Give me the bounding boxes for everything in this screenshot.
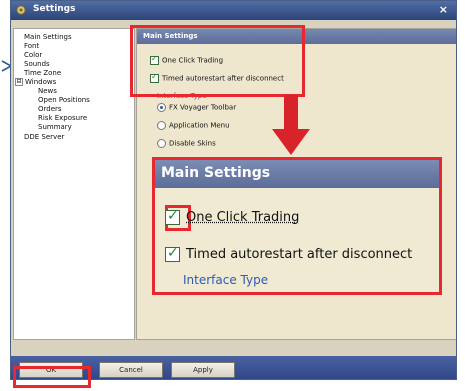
tree-item-time-zone[interactable]: Time Zone	[24, 69, 61, 78]
tree-item-label: Summary	[38, 123, 72, 131]
red-arrow-icon	[272, 95, 310, 155]
zoom-panel-header: Main Settings	[155, 160, 439, 188]
collapse-icon[interactable]: ⊟	[15, 78, 23, 86]
tree-item-color[interactable]: Color	[24, 51, 42, 60]
radio-icon[interactable]	[157, 121, 166, 130]
radio-icon[interactable]	[157, 139, 166, 148]
zoom-timed-autorestart-checkbox[interactable]: Timed autorestart after disconnect	[165, 245, 413, 262]
tree-item-sounds[interactable]: Sounds	[24, 60, 50, 69]
zoom-interface-type-label: Interface Type	[183, 273, 269, 287]
tree-item-label: DDE Server	[24, 133, 65, 141]
highlight-ok-button-box	[13, 366, 91, 388]
tree-item-label: Windows	[25, 78, 57, 86]
tree-item-open-positions[interactable]: Open Positions	[38, 96, 90, 105]
title-bar: Settings ×	[11, 1, 456, 20]
zoom-panel-title: Main Settings	[161, 165, 271, 181]
radio-label: Application Menu	[169, 121, 230, 130]
tree-item-label: News	[38, 87, 57, 95]
tree-item-orders[interactable]: Orders	[38, 105, 62, 114]
window-title: Settings	[33, 4, 76, 14]
tree-item-font[interactable]: Font	[24, 42, 39, 51]
tree-item-windows[interactable]: ⊟ Windows	[15, 78, 56, 87]
tree-item-label: Color	[24, 51, 43, 59]
tree-item-label: Sounds	[24, 60, 50, 68]
checkbox-checked-icon[interactable]	[165, 208, 180, 225]
settings-gear-icon	[16, 5, 26, 15]
tree-item-news[interactable]: News	[38, 87, 57, 96]
checkbox-label: One Click Trading	[186, 210, 300, 225]
tree-item-label: Main Settings	[24, 33, 72, 41]
tree-item-label: Risk Exposure	[38, 114, 88, 122]
fx-voyager-toolbar-radio[interactable]: FX Voyager Toolbar	[157, 103, 236, 112]
radio-label: Disable Skins	[169, 139, 216, 148]
checkbox-checked-icon[interactable]	[165, 245, 180, 262]
cancel-button[interactable]: Cancel	[99, 362, 163, 378]
close-icon[interactable]: ×	[439, 3, 448, 16]
tree-item-label: Orders	[38, 105, 62, 113]
tree-item-dde-server[interactable]: DDE Server	[24, 133, 64, 142]
checkbox-label: Timed autorestart after disconnect	[186, 247, 413, 262]
tree-item-summary[interactable]: Summary	[38, 123, 72, 132]
settings-tree: Main Settings Font Color Sounds Time Zon…	[13, 28, 135, 340]
tree-item-label: Time Zone	[24, 69, 62, 77]
application-menu-radio[interactable]: Application Menu	[157, 121, 230, 130]
radio-label: FX Voyager Toolbar	[169, 103, 237, 112]
apply-button[interactable]: Apply	[171, 362, 235, 378]
radio-selected-icon[interactable]	[157, 103, 166, 112]
tree-item-risk-exposure[interactable]: Risk Exposure	[38, 114, 87, 123]
disable-skins-radio[interactable]: Disable Skins	[157, 139, 216, 148]
tree-item-main-settings[interactable]: Main Settings	[24, 33, 72, 42]
highlight-checkboxes-box	[130, 25, 305, 97]
zoom-callout: Main Settings One Click Trading Timed au…	[152, 157, 442, 295]
tree-item-label: Font	[24, 42, 40, 50]
tree-item-label: Open Positions	[38, 96, 90, 104]
zoom-one-click-trading-checkbox[interactable]: One Click Trading	[165, 208, 300, 225]
